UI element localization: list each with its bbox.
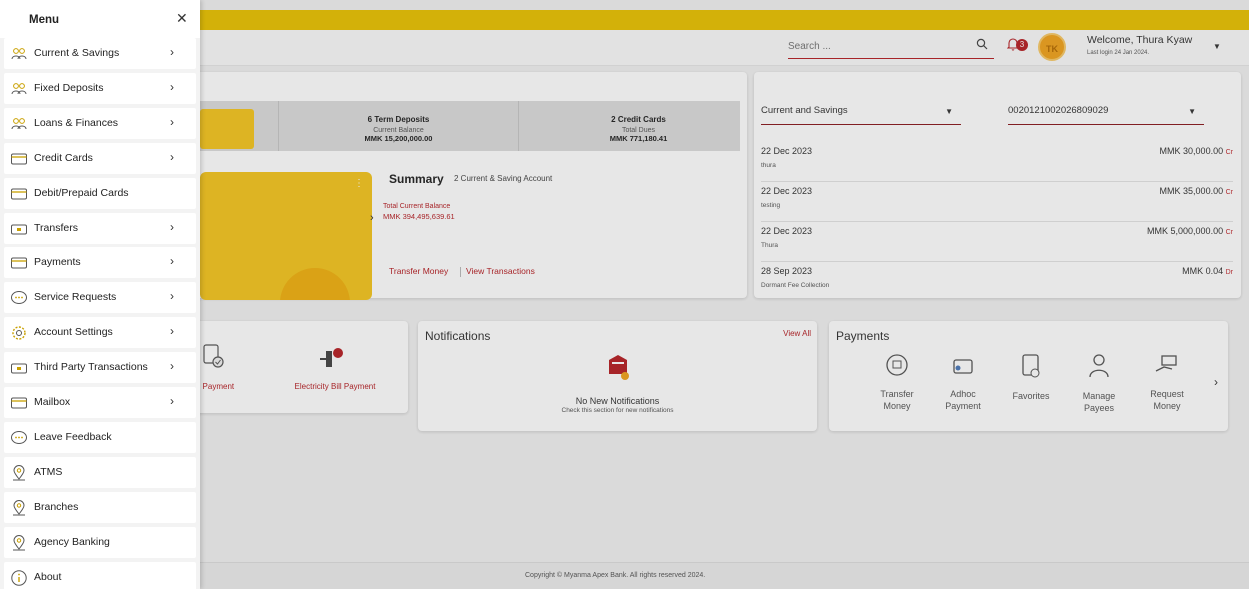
menu-header: Menu ✕ [0,0,200,38]
menu-item-account-settings[interactable]: Account Settings › [4,317,196,349]
chevron-right-icon[interactable]: › [170,45,174,59]
menu-item-label: Account Settings [34,326,113,339]
menu-item-branches[interactable]: Branches [4,491,196,523]
menu-item-label: Payments [34,256,81,269]
menu-item-agency-banking[interactable]: Agency Banking [4,526,196,558]
wallet-icon [10,220,28,238]
location-icon [10,464,28,482]
chevron-right-icon[interactable]: › [170,254,174,268]
chevron-right-icon[interactable]: › [170,150,174,164]
menu-item-service-requests[interactable]: Service Requests › [4,282,196,314]
menu-item-label: Service Requests [34,291,117,304]
menu-item-label: Agency Banking [34,535,110,548]
menu-item-label: Third Party Transactions [34,361,148,374]
menu-item-payments[interactable]: Payments › [4,247,196,279]
info-icon [10,569,28,587]
menu-item-label: ATMS [34,465,63,478]
menu-title: Menu [29,14,60,26]
menu-item-label: Leave Feedback [34,430,112,443]
chevron-right-icon[interactable]: › [170,324,174,338]
chat-icon [10,289,28,307]
menu-item-label: Credit Cards [34,151,93,164]
chat-icon [10,429,28,447]
card-icon [10,394,28,412]
location-icon [10,499,28,517]
menu-item-fixed-deposits[interactable]: Fixed Deposits › [4,72,196,104]
location-icon [10,534,28,552]
people-icon [10,45,28,63]
menu-item-leave-feedback[interactable]: Leave Feedback [4,421,196,453]
menu-item-label: Transfers [34,221,78,234]
close-icon[interactable]: ✕ [176,10,188,27]
menu-item-label: Debit/Prepaid Cards [34,186,129,199]
chevron-right-icon[interactable]: › [170,289,174,303]
gear-icon [10,324,28,342]
menu-item-label: Current & Savings [34,47,120,59]
chevron-right-icon[interactable]: › [170,115,174,129]
menu-item-label: About [34,570,62,583]
card-icon [10,254,28,272]
menu-item-third-party-transactions[interactable]: Third Party Transactions › [4,352,196,384]
chevron-right-icon[interactable]: › [170,394,174,408]
chevron-right-icon[interactable]: › [170,359,174,373]
menu-item-label: Branches [34,500,79,513]
menu-item-credit-cards[interactable]: Credit Cards › [4,142,196,174]
menu-item-transfers[interactable]: Transfers › [4,212,196,244]
chevron-right-icon[interactable]: › [170,220,174,234]
menu-item-atms[interactable]: ATMS [4,456,196,488]
chevron-right-icon[interactable]: › [170,80,174,94]
people-icon [10,115,28,133]
menu-item-label: Fixed Deposits [34,81,104,94]
menu-item-mailbox[interactable]: Mailbox › [4,387,196,418]
wallet-icon [10,359,28,377]
menu-item-debit-prepaid-cards[interactable]: Debit/Prepaid Cards [4,177,196,209]
menu-item-loans-finances[interactable]: Loans & Finances › [4,107,196,139]
menu-item-current-savings[interactable]: Current & Savings › [4,38,196,69]
people-icon [10,80,28,98]
side-menu: Menu ✕ Current & Savings › Fixed Deposits ›… [0,0,200,589]
menu-item-label: Loans & Finances [34,116,119,129]
menu-item-about[interactable]: About [4,561,196,589]
card-icon [10,185,28,203]
menu-item-label: Mailbox [34,396,71,408]
card-icon [10,150,28,168]
